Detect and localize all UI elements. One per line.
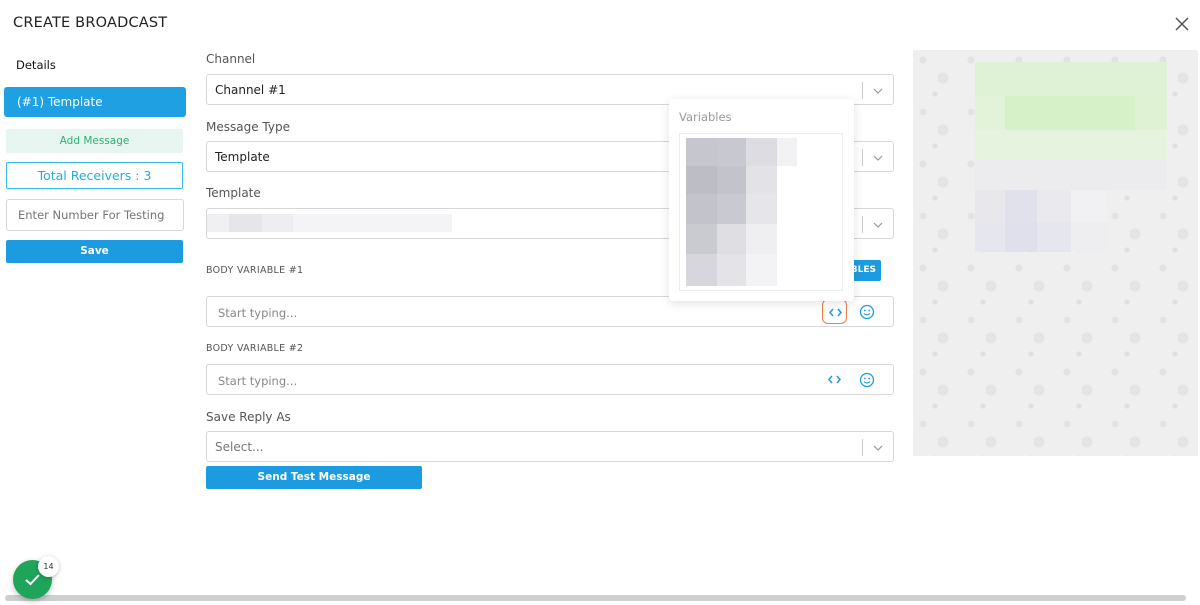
- template-label: Template: [206, 186, 261, 200]
- variable-item-redacted[interactable]: [746, 224, 777, 254]
- preview-bubble-redacted: [975, 160, 1167, 190]
- body-variable-1-label: BODY VARIABLE #1: [206, 265, 304, 276]
- preview-bubble-redacted: [1037, 222, 1071, 252]
- preview-bubble-redacted: [1005, 222, 1037, 252]
- preview-bubble-redacted: [1071, 222, 1107, 252]
- variable-item-redacted[interactable]: [717, 254, 746, 286]
- send-test-message-button[interactable]: Send Test Message: [206, 466, 422, 489]
- preview-bubble-redacted: [975, 222, 1005, 252]
- preview-bubble-redacted: [1037, 190, 1071, 222]
- select-separator: [862, 439, 863, 456]
- sidebar-item-template[interactable]: (#1) Template: [4, 87, 186, 117]
- preview-bubble-redacted: [1005, 96, 1135, 130]
- variable-item-redacted[interactable]: [717, 138, 746, 166]
- body-variable-2-label: BODY VARIABLE #2: [206, 343, 304, 354]
- channel-label: Channel: [206, 52, 256, 66]
- save-button[interactable]: Save: [6, 240, 183, 263]
- save-reply-select[interactable]: Select...: [206, 431, 894, 462]
- chevron-down-icon[interactable]: [871, 151, 885, 165]
- check-icon: [25, 574, 40, 586]
- variables-list[interactable]: [679, 133, 843, 291]
- preview-bubble-redacted: [1005, 190, 1037, 222]
- variable-item-redacted[interactable]: [717, 166, 746, 194]
- variable-item-redacted[interactable]: [777, 138, 797, 166]
- select-separator: [862, 216, 863, 233]
- preview-bubble-redacted: [1071, 190, 1107, 222]
- body-variable-1-placeholder: Start typing...: [218, 306, 298, 320]
- variable-item-redacted[interactable]: [717, 194, 746, 224]
- preview-bubble-redacted: [1135, 96, 1167, 130]
- code-variable-icon[interactable]: [822, 299, 847, 324]
- emoji-icon[interactable]: [858, 371, 876, 389]
- add-message-button[interactable]: Add Message: [6, 129, 183, 153]
- variables-popup: Variables: [669, 99, 854, 301]
- message-preview-panel: [913, 50, 1198, 456]
- chevron-down-icon[interactable]: [871, 84, 885, 98]
- variable-item-redacted[interactable]: [686, 166, 717, 194]
- preview-bubble-redacted: [975, 62, 1167, 96]
- template-value-redacted: [207, 214, 452, 232]
- variable-item-redacted[interactable]: [746, 138, 777, 166]
- save-reply-label: Save Reply As: [206, 410, 291, 424]
- variable-item-redacted[interactable]: [686, 224, 717, 254]
- chevron-down-icon[interactable]: [871, 441, 885, 455]
- variable-item-redacted[interactable]: [686, 138, 717, 166]
- chevron-down-icon[interactable]: [871, 218, 885, 232]
- variable-item-redacted[interactable]: [717, 224, 746, 254]
- emoji-icon[interactable]: [858, 303, 876, 321]
- page-title: CREATE BROADCAST: [13, 15, 168, 31]
- message-type-value: Template: [215, 150, 270, 164]
- variable-item-redacted[interactable]: [746, 166, 777, 194]
- body-variable-2-placeholder: Start typing...: [218, 374, 298, 388]
- test-number-input[interactable]: [6, 199, 184, 231]
- sidebar-details-label[interactable]: Details: [16, 58, 56, 72]
- preview-bubble-redacted: [975, 190, 1005, 222]
- code-variable-icon[interactable]: [822, 367, 847, 392]
- select-separator: [862, 149, 863, 166]
- select-separator: [862, 82, 863, 99]
- close-icon[interactable]: [1172, 14, 1192, 34]
- preview-bubble-redacted: [975, 130, 1167, 160]
- horizontal-scrollbar[interactable]: [5, 595, 1186, 601]
- variable-item-redacted[interactable]: [686, 194, 717, 224]
- variable-item-redacted[interactable]: [686, 254, 717, 286]
- notification-count-badge: 14: [38, 556, 59, 577]
- message-type-label: Message Type: [206, 120, 290, 134]
- channel-value: Channel #1: [215, 83, 286, 97]
- total-receivers-badge: Total Receivers : 3: [6, 162, 183, 189]
- variable-item-redacted[interactable]: [746, 254, 777, 286]
- save-reply-placeholder: Select...: [215, 440, 264, 454]
- variables-popup-title: Variables: [679, 110, 732, 124]
- preview-bubble-redacted: [975, 96, 1005, 130]
- body-variable-2-input[interactable]: Start typing...: [206, 364, 894, 395]
- variable-item-redacted[interactable]: [746, 194, 777, 224]
